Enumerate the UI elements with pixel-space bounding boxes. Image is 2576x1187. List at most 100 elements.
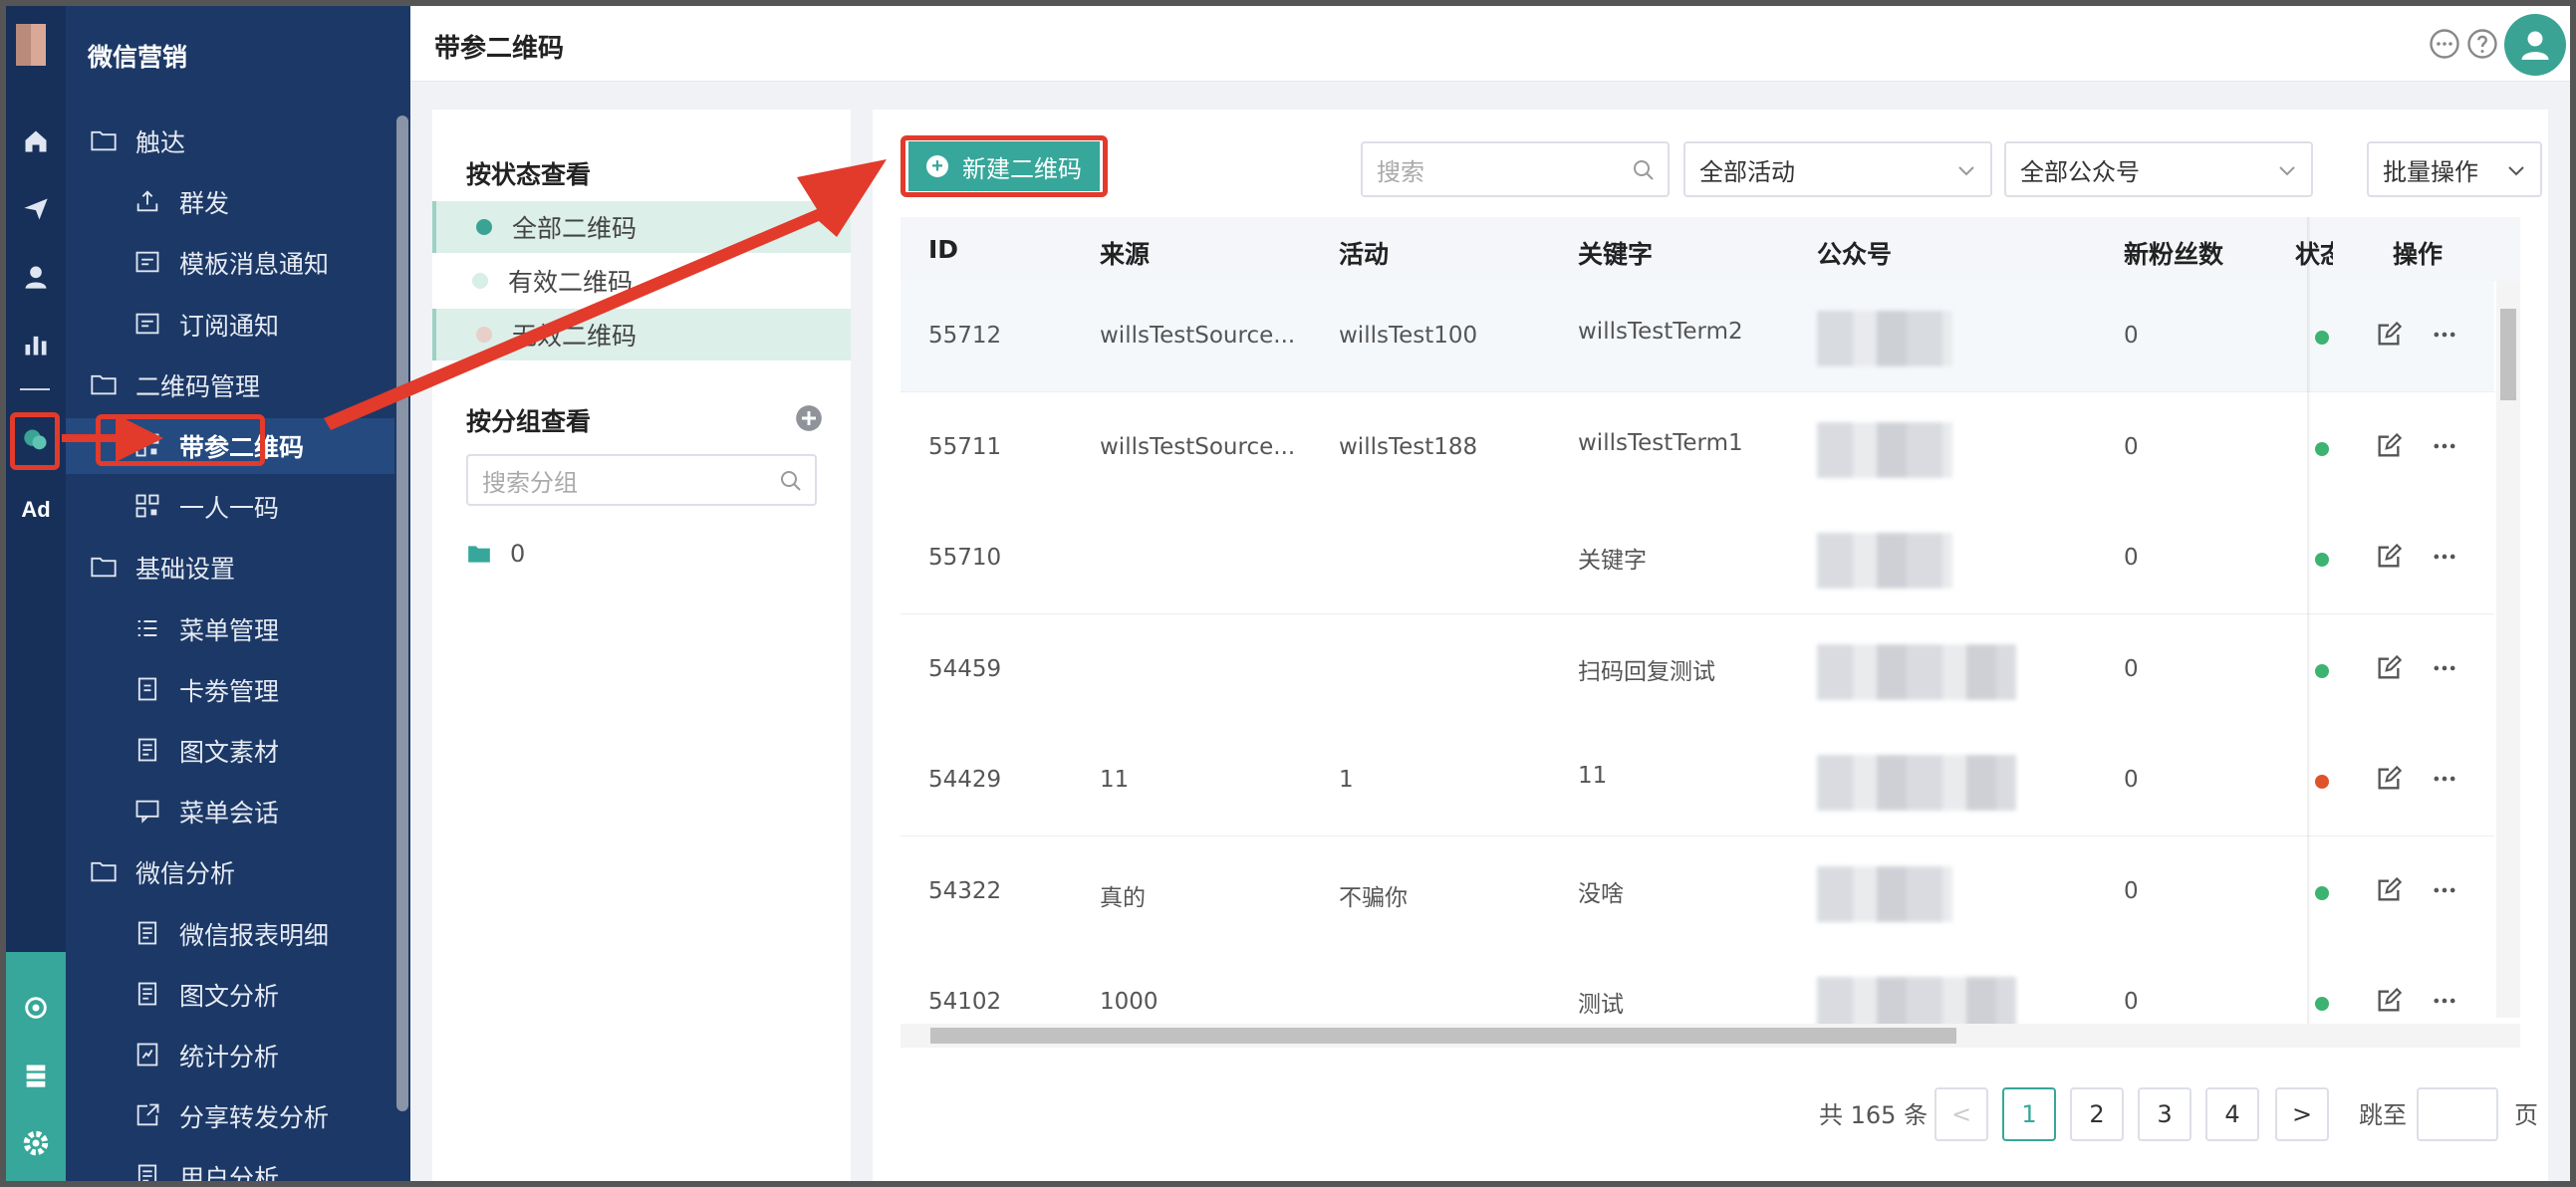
avatar[interactable]: [2504, 14, 2566, 76]
menu-item-label: 菜单管理: [179, 615, 280, 645]
menu-item-label: 图文素材: [179, 738, 280, 767]
new-qrcode-label: 新建二维码: [962, 155, 1082, 183]
status-filter-item[interactable]: 全部二维码: [432, 201, 851, 253]
more-icon[interactable]: [2431, 876, 2458, 904]
more-icon[interactable]: [2431, 432, 2458, 460]
menu-item[interactable]: 微信报表明细: [66, 906, 394, 962]
vertical-scroll-thumb[interactable]: [2500, 309, 2516, 400]
table-row[interactable]: 54322 真的 不骗你 没啥 0: [901, 836, 2494, 948]
table-row[interactable]: 54459 扫码回复测试 0: [901, 614, 2494, 726]
prev-page-button[interactable]: <: [1934, 1087, 1988, 1141]
table-row[interactable]: 54429 11 1 11 0: [901, 725, 2494, 836]
folder-icon: [90, 126, 120, 156]
group-search-input[interactable]: 搜索分组: [466, 454, 817, 506]
cell-id: 55710: [928, 545, 1002, 571]
doc-icon: [133, 919, 163, 949]
doc-icon: [133, 736, 163, 766]
status-indicator: [2315, 663, 2329, 678]
menu-item[interactable]: 模板消息通知: [66, 235, 394, 291]
home-icon[interactable]: [6, 116, 66, 167]
page-button[interactable]: 3: [2138, 1087, 2191, 1141]
ad-icon[interactable]: Ad: [6, 484, 66, 536]
status-filter-item[interactable]: 有效二维码: [432, 255, 851, 307]
batch-operation-label: 批量操作: [2383, 157, 2478, 186]
edit-icon[interactable]: [2375, 765, 2403, 793]
search-input[interactable]: 搜索: [1361, 141, 1670, 197]
status-indicator: [2315, 553, 2329, 567]
menu-item[interactable]: 群发: [66, 174, 394, 230]
edit-icon[interactable]: [2375, 321, 2403, 349]
help-icon[interactable]: [2464, 26, 2500, 62]
edit-icon[interactable]: [2375, 654, 2403, 682]
table-row[interactable]: 55712 willsTestSource... willsTest100 wills…: [901, 281, 2494, 392]
status-filter-item[interactable]: 无效二维码: [432, 309, 851, 360]
more-icon[interactable]: [2431, 543, 2458, 571]
batch-operation-button[interactable]: 批量操作: [2367, 141, 2542, 197]
more-icon[interactable]: [2431, 765, 2458, 793]
menu-item[interactable]: 卡劵管理: [66, 662, 394, 718]
menu-item[interactable]: 基础设置: [66, 540, 394, 595]
share-icon: [133, 1101, 163, 1131]
new-qrcode-button[interactable]: + 新建二维码: [908, 141, 1100, 191]
cell-activity: willsTest100: [1339, 323, 1478, 349]
chart-icon[interactable]: [6, 319, 66, 370]
jump-page-input[interactable]: [2417, 1087, 2498, 1141]
settings-icon[interactable]: [6, 1117, 66, 1169]
service-icon[interactable]: [6, 982, 66, 1034]
menu-item[interactable]: 二维码管理: [66, 357, 394, 413]
menu-item[interactable]: 订阅通知: [66, 297, 394, 353]
menu-item[interactable]: 分享转发分析: [66, 1088, 394, 1144]
folder-icon: [90, 370, 120, 400]
table-row[interactable]: 54102 1000 测试 0: [901, 947, 2494, 1024]
group-item[interactable]: 0: [466, 540, 525, 568]
cell-new-fans: 0: [2124, 877, 2139, 904]
cell-activity: 不骗你: [1339, 884, 1408, 911]
cell-source: 真的: [1100, 884, 1146, 911]
menu-item[interactable]: 微信分析: [66, 844, 394, 900]
doc-icon: [133, 1162, 163, 1181]
table-row[interactable]: 55711 willsTestSource... willsTest188 wills…: [901, 392, 2494, 504]
send-icon[interactable]: [6, 183, 66, 235]
table-row[interactable]: 55710 关键字 0: [901, 503, 2494, 614]
menu-item[interactable]: 图文分析: [66, 967, 394, 1023]
page-button[interactable]: 2: [2070, 1087, 2124, 1141]
add-group-icon[interactable]: [795, 404, 823, 432]
horizontal-scroll-thumb[interactable]: [930, 1028, 1956, 1044]
menu-item[interactable]: 图文素材: [66, 723, 394, 779]
page-button[interactable]: 1: [2002, 1087, 2056, 1141]
app-title: 微信营销: [88, 43, 188, 72]
more-icon[interactable]: [2431, 987, 2458, 1015]
menu-item-label: 二维码管理: [135, 371, 261, 401]
menu-item[interactable]: 触达: [66, 114, 394, 169]
edit-icon[interactable]: [2375, 543, 2403, 571]
server-icon[interactable]: [6, 1050, 66, 1101]
table-horizontal-scrollbar[interactable]: [901, 1024, 2520, 1048]
menu-item-label: 群发: [179, 189, 230, 219]
activity-select[interactable]: 全部活动: [1683, 141, 1992, 197]
page-button[interactable]: 4: [2205, 1087, 2259, 1141]
cell-keyword: willsTestTerm1: [1578, 429, 1743, 456]
more-icon[interactable]: [2431, 654, 2458, 682]
edit-icon[interactable]: [2375, 876, 2403, 904]
menu-item[interactable]: 菜单管理: [66, 601, 394, 657]
user-icon[interactable]: [6, 251, 66, 303]
next-page-button[interactable]: >: [2275, 1087, 2329, 1141]
status-filter-label: 有效二维码: [508, 268, 634, 297]
edit-icon[interactable]: [2375, 987, 2403, 1015]
menu-item[interactable]: 统计分析: [66, 1028, 394, 1083]
qrcode-icon: [133, 492, 163, 522]
more-icon[interactable]: [2431, 321, 2458, 349]
menu-item[interactable]: 菜单会话: [66, 784, 394, 839]
table-vertical-scrollbar[interactable]: [2496, 281, 2520, 1018]
fixed-column-shadow: [2307, 217, 2311, 1024]
menu-item[interactable]: 用户分析: [66, 1149, 394, 1181]
menu-item-label: 一人一码: [179, 494, 280, 524]
menu-item[interactable]: 一人一码: [66, 479, 394, 535]
account-select[interactable]: 全部公众号: [2004, 141, 2313, 197]
edit-icon[interactable]: [2375, 432, 2403, 460]
wechat-highlight-box: [10, 412, 60, 470]
message-icon[interactable]: [2427, 26, 2462, 62]
menu-scrollbar[interactable]: [396, 116, 408, 1111]
cell-activity: willsTest188: [1339, 433, 1478, 460]
cell-account-redacted: [1817, 643, 2016, 700]
